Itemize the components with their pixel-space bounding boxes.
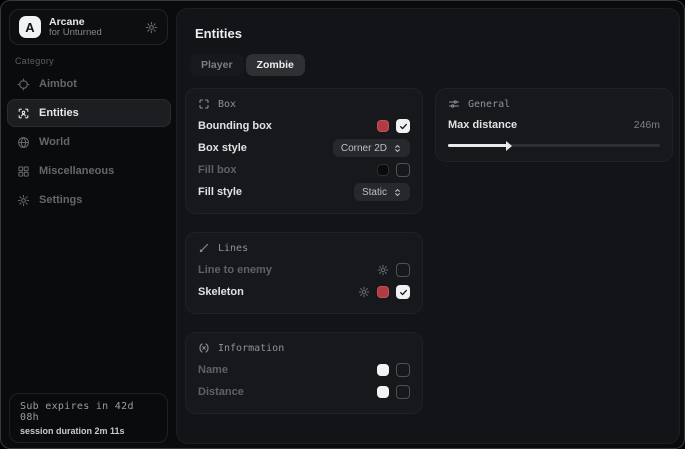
card-title: Box <box>218 99 236 110</box>
box-card: Box Bounding box Box style Cor <box>185 88 423 214</box>
information-card: Information Name Distance <box>185 332 423 414</box>
name-row: Name <box>198 359 410 381</box>
sidebar-item-label: Entities <box>39 107 79 119</box>
general-card-header: General <box>448 98 660 110</box>
crosshair-icon <box>17 78 30 91</box>
skeleton-row: Skeleton <box>198 281 410 303</box>
box-style-row: Box style Corner 2D <box>198 137 410 159</box>
entities-scan-icon <box>17 107 30 120</box>
line-to-enemy-checkbox[interactable] <box>396 263 410 277</box>
app-subtitle: for Unturned <box>49 28 102 39</box>
sidebar: A Arcane for Unturned Category Aimbot <box>1 1 176 448</box>
checkmark-icon <box>399 288 408 297</box>
page-title: Entities <box>195 26 242 41</box>
app-settings-gear-icon[interactable] <box>145 21 158 34</box>
information-card-header: Information <box>198 342 410 354</box>
unfold-icon <box>393 143 402 154</box>
sidebar-nav: Aimbot Entities World Miscellaneous <box>7 70 171 215</box>
distance-row: Distance <box>198 381 410 403</box>
bounding-box-label: Bounding box <box>198 120 272 132</box>
left-column: Box Bounding box Box style Cor <box>185 88 423 432</box>
line-to-enemy-label: Line to enemy <box>198 264 272 276</box>
fill-style-value: Static <box>362 187 387 198</box>
fill-style-row: Fill style Static <box>198 181 410 203</box>
grid-icon <box>17 165 30 178</box>
bounding-box-row: Bounding box <box>198 115 410 137</box>
diagonal-line-icon <box>198 242 210 254</box>
sidebar-item-label: Miscellaneous <box>39 165 114 177</box>
max-distance-label: Max distance <box>448 119 517 131</box>
app-name: Arcane <box>49 16 102 28</box>
slider-handle[interactable] <box>506 141 512 151</box>
max-distance-slider[interactable] <box>448 144 660 147</box>
lines-card-header: Lines <box>198 242 410 254</box>
tab-player[interactable]: Player <box>190 54 244 76</box>
fill-box-label: Fill box <box>198 164 237 176</box>
sliders-icon <box>448 98 460 110</box>
sidebar-item-label: Aimbot <box>39 78 77 90</box>
sidebar-item-world[interactable]: World <box>7 128 171 156</box>
box-style-label: Box style <box>198 142 247 154</box>
sub-expiry-text: Sub expires in 42d 08h <box>20 401 157 423</box>
card-title: Lines <box>218 243 248 254</box>
skeleton-gear-icon[interactable] <box>358 286 370 298</box>
name-label: Name <box>198 364 228 376</box>
card-title: Information <box>218 343 284 354</box>
scan-corners-icon <box>198 98 210 110</box>
max-distance-value: 246m <box>634 119 660 131</box>
app-meta: Arcane for Unturned <box>49 16 102 39</box>
distance-color-swatch[interactable] <box>377 386 389 398</box>
fill-box-row: Fill box <box>198 159 410 181</box>
globe-icon <box>17 136 30 149</box>
distance-label: Distance <box>198 386 244 398</box>
fill-style-label: Fill style <box>198 186 242 198</box>
right-column: General Max distance 246m <box>435 88 673 180</box>
line-to-enemy-row: Line to enemy <box>198 259 410 281</box>
lines-card: Lines Line to enemy Skeleton <box>185 232 423 314</box>
card-title: General <box>468 99 510 110</box>
sidebar-item-label: World <box>39 136 70 148</box>
line-to-enemy-gear-icon[interactable] <box>377 264 389 276</box>
distance-checkbox[interactable] <box>396 385 410 399</box>
sidebar-item-aimbot[interactable]: Aimbot <box>7 70 171 98</box>
box-style-select[interactable]: Corner 2D <box>333 139 410 157</box>
skeleton-color-swatch[interactable] <box>377 286 389 298</box>
unfold-icon <box>393 187 402 198</box>
skeleton-label: Skeleton <box>198 286 244 298</box>
category-section-label: Category <box>15 56 54 66</box>
app-header-card: A Arcane for Unturned <box>9 9 168 45</box>
name-checkbox[interactable] <box>396 363 410 377</box>
bounding-box-checkbox[interactable] <box>396 119 410 133</box>
checkmark-icon <box>399 122 408 131</box>
subscription-footer-card: Sub expires in 42d 08h session duration … <box>9 393 168 443</box>
info-scan-icon <box>198 342 210 354</box>
skeleton-checkbox[interactable] <box>396 285 410 299</box>
box-card-header: Box <box>198 98 410 110</box>
tab-zombie[interactable]: Zombie <box>246 54 305 76</box>
sidebar-item-settings[interactable]: Settings <box>7 186 171 214</box>
fill-box-color-swatch[interactable] <box>377 164 389 176</box>
sidebar-item-miscellaneous[interactable]: Miscellaneous <box>7 157 171 185</box>
sidebar-item-label: Settings <box>39 194 82 206</box>
box-style-value: Corner 2D <box>341 143 387 154</box>
session-duration-text: session duration 2m 11s <box>20 426 157 436</box>
fill-box-checkbox[interactable] <box>396 163 410 177</box>
entity-tabs: Player Zombie <box>190 54 305 76</box>
main-panel: Entities Player Zombie Box Bounding box <box>176 8 680 444</box>
bounding-box-color-swatch[interactable] <box>377 120 389 132</box>
app-logo: A <box>19 16 41 38</box>
max-distance-row: Max distance 246m <box>448 115 660 135</box>
slider-fill <box>448 144 507 147</box>
fill-style-select[interactable]: Static <box>354 183 410 201</box>
name-color-swatch[interactable] <box>377 364 389 376</box>
app-window: A Arcane for Unturned Category Aimbot <box>0 0 685 449</box>
general-card: General Max distance 246m <box>435 88 673 162</box>
gear-icon <box>17 194 30 207</box>
sidebar-item-entities[interactable]: Entities <box>7 99 171 127</box>
